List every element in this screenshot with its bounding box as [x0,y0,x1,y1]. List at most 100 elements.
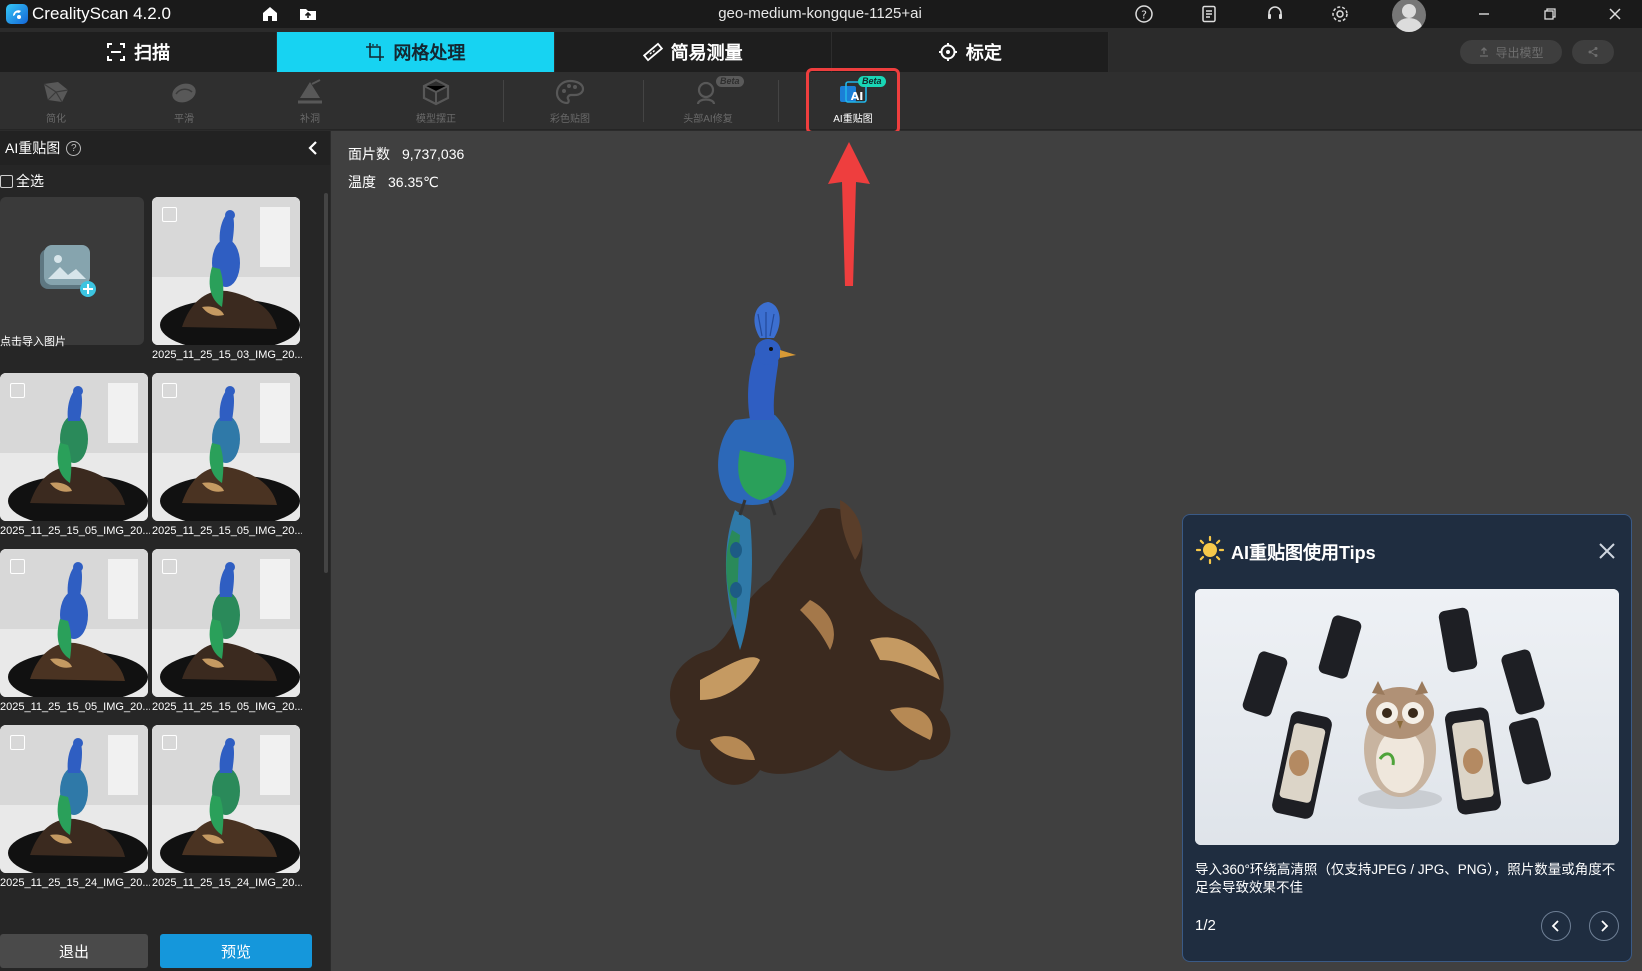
tips-panel: AI重贴图使用Tips 导入360°环绕高清照（仅支持JPEG / JPG、PN… [1182,514,1632,962]
main-tab-bar: 扫描 网格处理 简易测量 标定 [0,32,1109,72]
scan-icon [107,43,126,61]
exit-button[interactable]: 退出 [0,934,148,968]
checkbox[interactable] [162,559,177,574]
tool-smooth-label: 平滑 [174,113,194,125]
highlight-annotation [806,68,900,134]
scrollbar[interactable] [324,193,328,573]
checkbox[interactable] [162,735,177,750]
restore-icon[interactable] [1540,4,1560,24]
tool-head-ai-repair-label: 头部AI修复 [683,113,733,125]
checkbox[interactable] [0,174,13,188]
checkbox[interactable] [10,735,25,750]
tab-calibration[interactable]: 标定 [832,32,1109,72]
app-logo-icon [6,4,28,24]
document-icon[interactable] [1199,4,1219,24]
face-count: 面片数 9,737,036 [348,144,464,164]
tool-simplify[interactable]: 简化 [16,72,96,130]
tool-fill-hole-label: 补洞 [300,113,320,125]
photo-thumbnail[interactable] [0,725,148,873]
tool-align-model[interactable]: 模型摆正 [396,72,476,130]
user-avatar[interactable] [1392,0,1426,32]
tab-mesh-processing-label: 网格处理 [393,43,466,63]
photo-thumbnail[interactable] [0,549,148,697]
temperature-value: 36.35℃ [388,174,439,190]
tab-calibration-label: 标定 [965,43,1002,63]
palette-icon [555,79,585,104]
panel-title: AI重贴图 [5,140,61,156]
peacock-3d-model [670,302,951,785]
temperature: 温度 36.35℃ [348,172,439,192]
tool-color-texture[interactable]: 彩色贴图 [530,72,610,130]
tips-pagination: 1/2 [1195,917,1216,934]
tool-smooth[interactable]: 平滑 [144,72,224,130]
collapse-chevron-icon[interactable] [306,140,320,156]
settings-gear-icon[interactable] [1330,4,1350,24]
tool-head-ai-repair[interactable]: 头部AI修复 Beta [668,72,748,130]
home-icon[interactable] [260,4,280,24]
crop-icon [366,43,385,61]
select-all-checkbox[interactable]: 全选 [0,171,44,191]
prev-tip-button[interactable] [1541,911,1571,941]
import-images-tile[interactable] [0,197,144,345]
ai-retexture-panel: AI重贴图 ? 全选 点击导入图片 2025_11_25_15_03_IMG_2… [0,131,330,971]
header-actions: 导出模型 [1460,40,1614,64]
face-count-label: 面片数 [348,146,390,162]
tab-scan-label: 扫描 [134,43,171,63]
checkbox[interactable] [10,559,25,574]
minimize-icon[interactable] [1474,4,1494,24]
image-add-icon [40,245,96,297]
align-model-icon [422,78,450,105]
annotation-arrow-icon [828,142,870,286]
folder-icon[interactable] [298,4,318,24]
photo-filename: 2025_11_25_15_03_IMG_20... [152,349,302,361]
chevron-right-icon [1601,920,1609,932]
face-count-value: 9,737,036 [402,146,465,162]
photo-filename: 2025_11_25_15_05_IMG_20... [0,701,150,713]
close-icon[interactable] [1597,541,1617,561]
tool-fill-hole[interactable]: 补洞 [270,72,350,130]
photo-thumbnail[interactable] [152,725,300,873]
tool-simplify-label: 简化 [46,113,66,125]
help-icon[interactable]: ? [1134,4,1154,24]
export-model-label: 导出模型 [1495,45,1544,60]
panel-header: AI重贴图 ? [0,131,330,165]
photo-filename: 2025_11_25_15_24_IMG_20... [152,877,302,889]
tips-description: 导入360°环绕高清照（仅支持JPEG / JPG、PNG），照片数量或角度不足… [1195,862,1616,895]
sun-icon [1195,535,1225,565]
beta-badge: Beta [716,76,744,87]
next-tip-button[interactable] [1589,911,1619,941]
photo-thumbnail[interactable] [152,373,300,521]
checkbox[interactable] [10,383,25,398]
checkbox[interactable] [162,207,177,222]
help-icon[interactable]: ? [66,140,82,156]
share-button[interactable] [1572,40,1614,64]
close-window-icon[interactable] [1605,4,1625,24]
photo-thumbnail[interactable] [152,549,300,697]
tab-mesh-processing[interactable]: 网格处理 [277,32,555,72]
toolbar-divider [778,80,779,122]
tab-measure[interactable]: 简易测量 [555,32,832,72]
toolbar-divider [643,80,644,122]
import-label: 点击导入图片 [0,336,66,348]
checkbox[interactable] [162,383,177,398]
photo-filename: 2025_11_25_15_05_IMG_20... [0,525,150,537]
ruler-icon [642,42,663,62]
crosshair-icon [938,43,957,61]
preview-button[interactable]: 预览 [160,934,312,968]
simplify-icon [43,81,69,102]
tool-align-model-label: 模型摆正 [416,113,456,125]
photo-thumbnail[interactable] [0,373,148,521]
tab-measure-label: 简易测量 [670,43,743,63]
app-name: CrealityScan 4.2.0 [32,4,171,23]
title-bar: CrealityScan 4.2.0 geo-medium-kongque-11… [0,0,1642,32]
share-icon [1588,47,1598,57]
phones-around-owl-illustration [1195,589,1619,845]
photo-thumbnail[interactable] [152,197,300,345]
support-headset-icon[interactable] [1265,4,1285,24]
export-model-button[interactable]: 导出模型 [1460,40,1562,64]
select-all-label: 全选 [16,173,44,189]
tab-scan[interactable]: 扫描 [0,32,278,72]
tips-title: AI重贴图使用Tips [1231,543,1376,563]
tool-color-texture-label: 彩色贴图 [550,113,590,125]
fill-hole-icon [298,78,322,103]
